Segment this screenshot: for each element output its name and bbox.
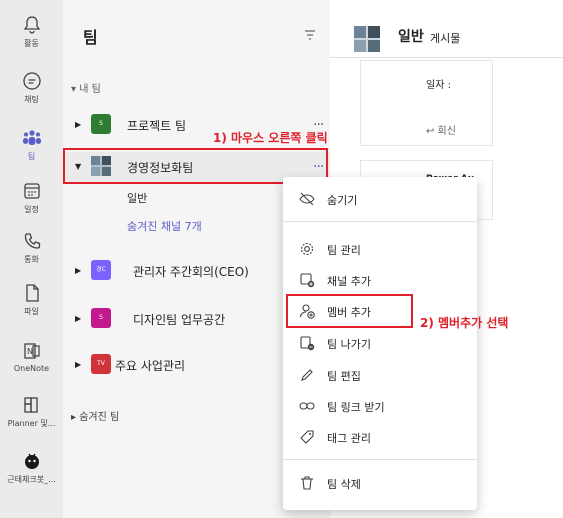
- team-avatar: 경C: [91, 260, 111, 280]
- menu-item-get-link[interactable]: 팀 링크 받기: [283, 392, 477, 420]
- rail-calls[interactable]: 통화: [0, 230, 63, 265]
- rail-activity[interactable]: 활동: [0, 14, 63, 49]
- caret-right-icon[interactable]: ▶: [75, 360, 81, 369]
- menu-item-leave[interactable]: 팀 나가기: [283, 329, 477, 357]
- rail-planner-label: Planner 및...: [7, 419, 56, 428]
- menu-item-hide[interactable]: 숨기기: [283, 185, 477, 213]
- channel-title: 일반: [398, 29, 424, 45]
- rail-files[interactable]: 파일: [0, 282, 63, 317]
- menu-item-label: 채널 추가: [327, 275, 371, 288]
- menu-item-label: 팀 삭제: [327, 478, 361, 491]
- rail-activity-label: 활동: [24, 39, 39, 48]
- phone-icon: [24, 233, 40, 249]
- my-teams-header[interactable]: ▾ 내 팀: [71, 80, 101, 95]
- channel-header: 일반 게시물: [330, 0, 563, 58]
- rail-planner[interactable]: Planner 및...: [0, 394, 63, 429]
- rail-calendar[interactable]: 일정: [0, 180, 63, 215]
- menu-item-label: 팀 편집: [327, 370, 361, 383]
- bell-icon: [23, 16, 40, 34]
- teams-icon: [22, 130, 41, 145]
- annotation-step2: 2) 멤버추가 선택: [420, 316, 509, 330]
- rail-onenote-label: OneNote: [13, 364, 50, 373]
- rail-bot-label: 근태체크봇_...: [7, 475, 56, 484]
- trash-icon: [301, 476, 313, 490]
- menu-item-manage-tags[interactable]: 태그 관리: [283, 423, 477, 451]
- channel-general[interactable]: 일반: [127, 190, 147, 206]
- app-rail: 활동 채팅 팀 일정 통화 파일 N OneNote Planner 및... …: [0, 0, 63, 518]
- file-icon: [25, 284, 39, 302]
- menu-item-edit[interactable]: 팀 편집: [283, 361, 477, 389]
- reply-link[interactable]: ↩ 회신: [426, 122, 456, 137]
- menu-item-label: 팀 나가기: [327, 338, 371, 351]
- menu-item-label: 태그 관리: [327, 432, 371, 445]
- menu-divider: [283, 459, 477, 460]
- link-icon: [299, 402, 315, 410]
- panel-title: 팀: [83, 28, 98, 47]
- team-avatar: S: [91, 114, 111, 134]
- rail-teams-label: 팀: [27, 152, 36, 161]
- pencil-icon: [301, 369, 313, 381]
- team-name: 관리자 주간회의(CEO): [133, 265, 249, 279]
- rail-files-label: 파일: [24, 307, 39, 316]
- chat-icon: [22, 72, 41, 90]
- team-name: 디자인팀 업무공간: [133, 313, 226, 327]
- menu-item-label: 팀 링크 받기: [327, 401, 385, 414]
- add-channel-icon: [300, 273, 315, 288]
- filter-icon[interactable]: [303, 28, 317, 42]
- rail-calls-label: 통화: [24, 255, 39, 264]
- bot-icon: [24, 453, 39, 469]
- caret-right-icon[interactable]: ▶: [75, 266, 81, 275]
- caret-right-icon[interactable]: ▶: [75, 314, 81, 323]
- post-date-label: 일자 :: [426, 80, 451, 91]
- menu-item-label: 숨기기: [327, 194, 358, 207]
- menu-item-label: 팀 관리: [327, 244, 361, 257]
- planner-icon: [23, 397, 38, 413]
- rail-onenote[interactable]: N OneNote: [0, 340, 63, 373]
- highlight-box-add-member: [286, 294, 413, 328]
- rail-chat[interactable]: 채팅: [0, 70, 63, 105]
- team-photo-icon: [354, 26, 380, 52]
- menu-item-add-channel[interactable]: 채널 추가: [283, 266, 477, 294]
- tag-icon: [300, 430, 314, 444]
- channel-avatar: [354, 26, 380, 52]
- menu-divider: [283, 221, 477, 222]
- rail-chat-label: 채팅: [24, 95, 39, 104]
- gear-icon: [300, 242, 314, 256]
- more-options-icon[interactable]: ...: [313, 113, 324, 129]
- tab-posts[interactable]: 게시물: [430, 30, 460, 46]
- menu-item-delete[interactable]: 팀 삭제: [283, 469, 477, 497]
- calendar-icon: [23, 183, 40, 199]
- hidden-channels-link[interactable]: 숨겨진 채널 7개: [127, 218, 202, 234]
- rail-bot[interactable]: 근태체크봇_...: [0, 450, 63, 485]
- team-avatar: S: [91, 308, 111, 328]
- team-avatar: TV: [91, 354, 111, 374]
- menu-item-manage[interactable]: 팀 관리: [283, 235, 477, 263]
- leave-icon: [300, 336, 315, 351]
- onenote-icon: N: [23, 343, 40, 359]
- team-context-menu: 숨기기 팀 관리 채널 추가 멤버 추가 팀 나가기 팀 편집 팀 링크 받기 …: [283, 177, 477, 510]
- annotation-step1: 1) 마우스 오른쪽 클릭: [213, 131, 328, 145]
- rail-calendar-label: 일정: [24, 205, 39, 214]
- hidden-teams-toggle[interactable]: ▸ 숨겨진 팀: [71, 408, 119, 423]
- team-name: 프로젝트 팀: [127, 119, 187, 133]
- eye-off-icon: [299, 192, 315, 206]
- svg-text:N: N: [27, 347, 33, 356]
- rail-teams[interactable]: 팀: [0, 127, 63, 162]
- caret-right-icon[interactable]: ▶: [75, 120, 81, 129]
- team-name: 주요 사업관리: [115, 359, 186, 373]
